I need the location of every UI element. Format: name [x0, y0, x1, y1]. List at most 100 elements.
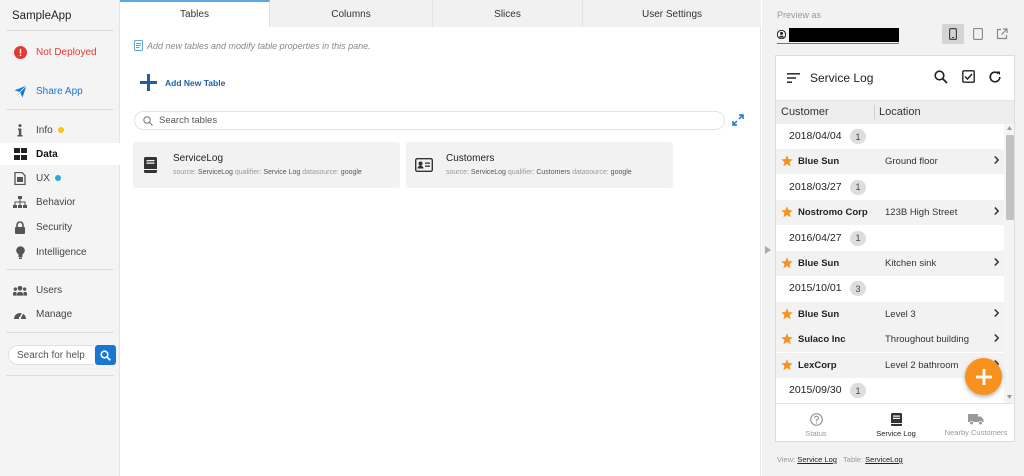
group-header-row[interactable]: 2018/03/27 1	[776, 174, 1004, 200]
table-source: ServiceLog	[197, 169, 233, 176]
list-item[interactable]: Blue Sun Ground floor	[776, 149, 1004, 175]
nav-item-share-app[interactable]: Share App	[0, 80, 120, 102]
help-search-button[interactable]	[95, 345, 116, 365]
sort-menu-icon[interactable]	[787, 73, 800, 83]
scroll-up-icon[interactable]	[1007, 126, 1012, 130]
info-icon	[13, 123, 27, 137]
column-header-location[interactable]: Location	[879, 106, 921, 118]
nav-item-deploy-status[interactable]: Not Deployed	[0, 41, 120, 63]
phone-preview-button[interactable]	[942, 24, 964, 44]
location-text: Level 3	[885, 308, 916, 320]
scrollbar-thumb[interactable]	[1006, 135, 1014, 220]
user-underline	[777, 43, 899, 44]
bottom-nav: Status Service Log Nearby Customers	[776, 403, 1014, 441]
editor-tabs: Tables Columns Slices User Settings	[120, 0, 761, 27]
nav-item-users[interactable]: Users	[0, 279, 120, 301]
group-header-row[interactable]: 2018/04/04 1	[776, 124, 1004, 149]
chevron-right-icon	[994, 308, 999, 317]
list-item[interactable]: Nostromo Corp 123B High Street	[776, 200, 1004, 226]
list-item[interactable]: Blue Sun Level 3	[776, 301, 1004, 327]
footer-view-link[interactable]: Service Log	[797, 455, 837, 464]
table-datasource: google	[340, 169, 362, 176]
phone-preview: Service Log Customer Location 2018/04/04…	[775, 55, 1015, 442]
table-source: ServiceLog	[470, 169, 506, 176]
list-item[interactable]: Blue Sun Kitchen sink	[776, 251, 1004, 276]
user-icon	[777, 30, 786, 39]
nav-divider	[6, 332, 114, 333]
pane-hint: Add new tables and modify table properti…	[134, 40, 371, 51]
app-header: Service Log	[776, 56, 1014, 100]
nav-item-security[interactable]: Security	[0, 216, 120, 238]
tab-columns[interactable]: Columns	[270, 0, 433, 27]
help-search-input[interactable]	[8, 345, 94, 365]
scroll-down-icon[interactable]	[1007, 395, 1012, 399]
table-name: Customers	[446, 153, 495, 164]
book-icon	[890, 413, 902, 426]
nav-item-label: Intelligence	[36, 246, 87, 258]
bottom-nav-service-log[interactable]: Service Log	[856, 404, 936, 441]
tab-tables[interactable]: Tables	[120, 0, 270, 27]
group-date: 2018/04/04	[789, 130, 842, 142]
truck-icon	[968, 414, 984, 425]
preview-pane: Preview as Service Log Customer Location…	[762, 0, 1024, 476]
nav-divider	[6, 30, 114, 31]
expand-icon[interactable]	[732, 114, 744, 129]
nav-item-ux[interactable]: UX	[0, 167, 120, 189]
select-checkbox-icon[interactable]	[962, 70, 975, 86]
table-meta: source: ServiceLog qualifier: Customers …	[446, 169, 632, 176]
users-icon	[13, 283, 27, 297]
nav-item-label: Manage	[36, 308, 73, 320]
bottom-nav-nearby-customers[interactable]: Nearby Customers	[936, 404, 1014, 441]
collapse-preview-icon[interactable]	[765, 243, 771, 257]
nav-item-data[interactable]: Data	[0, 143, 120, 165]
list-item[interactable]: Sulaco Inc Throughout building	[776, 327, 1004, 353]
bottom-nav-label: Service Log	[876, 429, 916, 438]
bottom-nav-status[interactable]: Status	[776, 404, 856, 441]
nav-item-manage[interactable]: Manage	[0, 303, 120, 325]
nav-divider	[6, 375, 114, 376]
contact-card-icon	[414, 157, 434, 175]
nav-item-behavior[interactable]: Behavior	[0, 191, 120, 213]
table-card-servicelog[interactable]: ServiceLog source: ServiceLog qualifier:…	[133, 142, 400, 188]
nav-item-label: Info	[36, 124, 53, 136]
nav-item-intelligence[interactable]: Intelligence	[0, 241, 120, 263]
table-meta: source: ServiceLog qualifier: Service Lo…	[173, 169, 362, 176]
info-note-icon	[134, 40, 143, 51]
nav-item-info[interactable]: Info	[0, 119, 120, 141]
add-new-table-button[interactable]: Add New Table	[140, 74, 225, 91]
star-icon	[781, 257, 793, 269]
search-tables-input[interactable]	[159, 115, 709, 126]
footer-table-link[interactable]: ServiceLog	[865, 455, 903, 464]
tablet-preview-button[interactable]	[967, 24, 989, 44]
group-header-row[interactable]: 2015/10/01 3	[776, 276, 1004, 302]
book-icon	[144, 157, 157, 176]
refresh-icon[interactable]	[988, 70, 1002, 87]
add-new-table-label: Add New Table	[165, 77, 226, 88]
help-circle-icon	[809, 413, 823, 426]
view-title: Service Log	[810, 71, 874, 85]
group-date: 2015/10/01	[789, 282, 842, 295]
search-icon[interactable]	[934, 70, 948, 87]
redacted-user-email	[789, 27, 899, 42]
add-record-button[interactable]	[965, 358, 1002, 395]
ux-icon	[13, 171, 27, 185]
column-header-row: Customer Location	[776, 100, 1014, 124]
list-scrollbar[interactable]	[1004, 124, 1014, 403]
ux-status-dot	[54, 175, 61, 181]
table-card-customers[interactable]: Customers source: ServiceLog qualifier: …	[406, 142, 673, 188]
phone-icon	[949, 28, 957, 40]
tab-user-settings[interactable]: User Settings	[583, 0, 761, 27]
chevron-right-icon	[994, 156, 999, 165]
table-datasource: google	[610, 169, 632, 176]
open-external-button[interactable]	[991, 24, 1013, 44]
preview-user-selector[interactable]	[777, 27, 899, 42]
column-header-customer[interactable]: Customer	[781, 106, 829, 118]
help-search	[8, 345, 116, 365]
tab-slices[interactable]: Slices	[433, 0, 583, 27]
plus-icon	[140, 74, 157, 91]
alert-icon	[13, 45, 27, 59]
nav-item-label: Behavior	[36, 196, 76, 208]
location-text: 123B High Street	[885, 207, 958, 219]
group-header-row[interactable]: 2016/04/27 1	[776, 225, 1004, 251]
location-text: Kitchen sink	[885, 258, 937, 269]
